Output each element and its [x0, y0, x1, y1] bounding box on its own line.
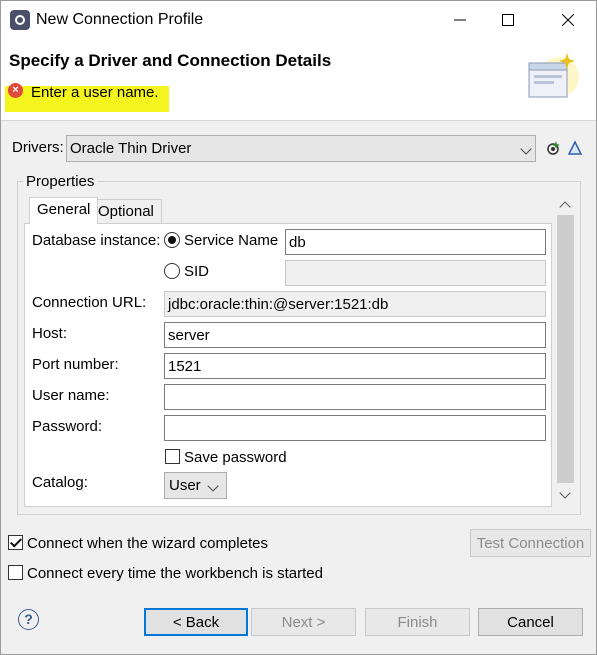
service-name-field[interactable]: db — [285, 229, 546, 255]
test-connection-button[interactable]: Test Connection — [470, 529, 591, 557]
page-title: Specify a Driver and Connection Details — [9, 51, 332, 70]
password-field[interactable] — [164, 415, 546, 441]
catalog-label: Catalog: — [32, 474, 88, 491]
maximize-icon — [502, 14, 514, 26]
wizard-header: Specify a Driver and Connection Details … — [1, 39, 596, 121]
tab-general[interactable]: General — [29, 197, 99, 224]
maximize-button[interactable] — [485, 1, 531, 39]
chevron-down-icon — [520, 143, 532, 155]
finish-button[interactable]: Finish — [365, 608, 470, 636]
port-value: 1521 — [168, 358, 202, 375]
connect-on-startup-checkbox[interactable] — [8, 565, 23, 580]
sid-field — [285, 260, 546, 286]
port-label: Port number: — [32, 356, 119, 373]
service-name-value: db — [289, 234, 306, 251]
database-instance-label: Database instance: — [32, 232, 161, 249]
sid-radio[interactable] — [164, 263, 180, 279]
save-password-label: Save password — [184, 449, 287, 466]
minimize-button[interactable] — [437, 1, 483, 39]
user-name-label: User name: — [32, 387, 110, 404]
service-name-radio[interactable] — [164, 232, 180, 248]
cancel-button[interactable]: Cancel — [478, 608, 583, 636]
host-label: Host: — [32, 325, 68, 342]
user-name-field[interactable] — [164, 384, 546, 410]
connect-on-startup-label: Connect every time the workbench is star… — [27, 565, 323, 582]
connection-url-label: Connection URL: — [32, 294, 147, 311]
connect-on-complete-label: Connect when the wizard completes — [27, 535, 268, 552]
host-field[interactable]: server — [164, 322, 546, 348]
minimize-icon — [454, 19, 466, 21]
error-icon: × — [8, 83, 23, 98]
password-label: Password: — [32, 418, 103, 435]
new-driver-icon[interactable] — [545, 140, 561, 156]
next-button[interactable]: Next > — [251, 608, 356, 636]
save-password-checkbox[interactable] — [165, 449, 180, 464]
properties-group-label: Properties — [23, 173, 98, 190]
drivers-label: Drivers: — [12, 139, 64, 156]
window-title: New Connection Profile — [36, 11, 204, 28]
app-icon — [10, 10, 30, 30]
chevron-down-icon — [207, 480, 219, 492]
scrollbar-thumb[interactable] — [557, 215, 574, 483]
tab-optional[interactable]: Optional — [90, 199, 162, 225]
title-bar: New Connection Profile — [1, 1, 596, 39]
connect-on-complete-checkbox[interactable] — [8, 535, 23, 550]
help-icon[interactable]: ? — [18, 609, 39, 630]
error-message: Enter a user name. — [31, 84, 159, 101]
wizard-banner-icon — [528, 53, 579, 98]
host-value: server — [168, 327, 210, 344]
connection-url-field: jdbc:oracle:thin:@server:1521:db — [164, 291, 546, 317]
close-icon — [562, 14, 574, 26]
drivers-select[interactable]: Oracle Thin Driver — [66, 135, 536, 162]
port-field[interactable]: 1521 — [164, 353, 546, 379]
drivers-selected: Oracle Thin Driver — [70, 140, 192, 157]
close-button[interactable] — [545, 1, 591, 39]
edit-driver-icon[interactable] — [567, 140, 583, 156]
catalog-select[interactable]: User — [164, 472, 227, 499]
service-name-label: Service Name — [184, 232, 279, 249]
back-button[interactable]: < Back — [144, 608, 248, 636]
catalog-selected: User — [169, 477, 201, 494]
sid-label: SID — [184, 263, 210, 280]
connection-url-value: jdbc:oracle:thin:@server:1521:db — [168, 296, 389, 313]
new-connection-profile-dialog: New Connection Profile Specify a Driver … — [0, 0, 597, 655]
